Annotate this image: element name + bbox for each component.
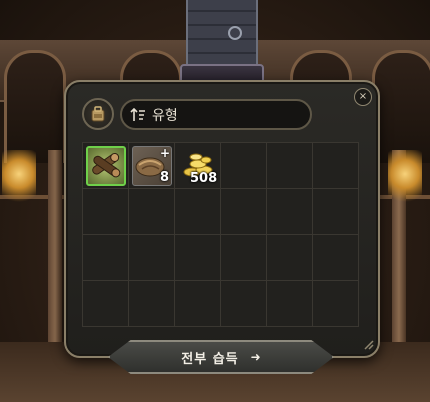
loot-slot[interactable] bbox=[267, 143, 313, 189]
loot-slot[interactable] bbox=[129, 281, 175, 327]
backpack-button[interactable] bbox=[82, 98, 114, 130]
resize-grip-icon[interactable] bbox=[362, 338, 374, 350]
loot-slot[interactable] bbox=[175, 189, 221, 235]
close-button[interactable]: × bbox=[354, 88, 372, 106]
loot-slot[interactable] bbox=[267, 235, 313, 281]
loot-slot[interactable] bbox=[221, 189, 267, 235]
loot-slot[interactable] bbox=[313, 281, 359, 327]
bread-pack-item[interactable]: + 8 bbox=[132, 146, 172, 186]
background-lamp bbox=[2, 150, 36, 210]
take-all-button[interactable]: 전부 습득 ➜ bbox=[108, 340, 334, 374]
sort-label: 유형 bbox=[152, 107, 178, 124]
logs-icon bbox=[92, 152, 121, 178]
background-lamp bbox=[388, 150, 422, 210]
door-knob-icon bbox=[228, 26, 242, 40]
loot-slot[interactable] bbox=[129, 235, 175, 281]
loot-slot[interactable] bbox=[221, 281, 267, 327]
loot-slot[interactable]: 508 bbox=[175, 143, 221, 189]
loot-slot[interactable]: + 8 bbox=[129, 143, 175, 189]
loot-slot[interactable] bbox=[129, 189, 175, 235]
loot-slot[interactable] bbox=[313, 189, 359, 235]
loot-grid: + 8 508 bbox=[82, 142, 359, 327]
sort-order-icon bbox=[130, 107, 145, 121]
loot-slot[interactable] bbox=[267, 189, 313, 235]
upgrade-badge: + bbox=[159, 146, 170, 160]
loot-slot[interactable] bbox=[175, 235, 221, 281]
loot-slot[interactable] bbox=[175, 281, 221, 327]
loot-slot[interactable] bbox=[267, 281, 313, 327]
sort-by-type-field[interactable]: 유형 bbox=[120, 99, 312, 130]
loot-slot[interactable] bbox=[83, 143, 129, 189]
loot-slot[interactable] bbox=[313, 235, 359, 281]
close-icon: × bbox=[358, 91, 368, 102]
arrow-right-icon: ➜ bbox=[250, 350, 261, 364]
item-count: 8 bbox=[159, 170, 169, 185]
background-arch bbox=[4, 50, 66, 163]
loot-slot[interactable] bbox=[83, 281, 129, 327]
item-count: 508 bbox=[190, 171, 218, 186]
loot-slot[interactable] bbox=[221, 235, 267, 281]
take-all-label: 전부 습득 bbox=[181, 351, 239, 367]
loot-slot[interactable] bbox=[221, 143, 267, 189]
logs-item[interactable] bbox=[86, 146, 126, 186]
loot-slot[interactable] bbox=[83, 235, 129, 281]
loot-slot[interactable] bbox=[83, 189, 129, 235]
backpack-icon bbox=[91, 106, 105, 122]
gold-coins-item[interactable]: 508 bbox=[178, 146, 218, 186]
background-arch bbox=[372, 50, 430, 163]
loot-slot[interactable] bbox=[313, 143, 359, 189]
